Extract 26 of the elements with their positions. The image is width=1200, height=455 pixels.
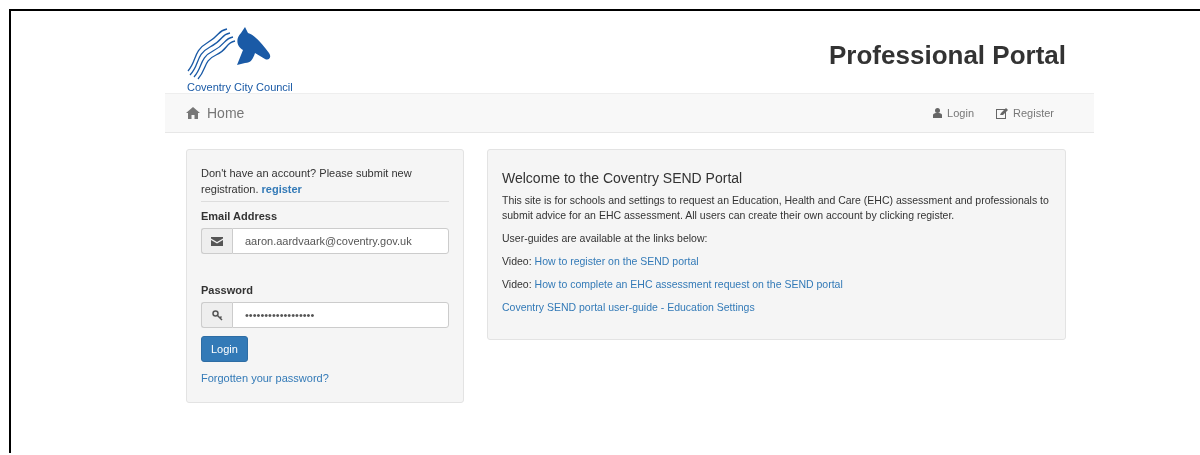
edit-icon [996,107,1009,119]
password-label: Password [201,284,254,296]
welcome-heading: Welcome to the Coventry SEND Portal [502,170,744,186]
forgot-password-link[interactable]: Forgotten your password? [201,372,449,384]
home-icon [186,107,200,119]
guide-link[interactable]: Coventry SEND portal user-guide - Education Settings [502,300,755,315]
video-prefix: Video: [502,277,532,292]
guides-text: User-guides are available at the links below: [502,231,709,246]
user-icon [933,108,943,118]
logo-text: Coventry City Council [187,81,293,93]
home-link[interactable]: Home [186,105,245,121]
video-prefix: Video: [502,254,532,269]
page-title: Professional Portal [829,40,1066,71]
guide-link[interactable]: How to complete an EHC assessment request on the SEND portal [534,277,843,292]
password-field[interactable]: •••••••••••••••••• [232,302,449,328]
nav-link[interactable]: Login [933,107,975,119]
email-label: Email Address [201,210,278,222]
email-field[interactable]: aaron.aardvaark@coventry.gov.uk [232,228,449,254]
intro-text: This site is for schools and settings to request an Education, Health and Care (EHC) assessment and professionals to submit advice for an EHC assessment. All users can create their own account by clicking register. [502,193,1050,223]
nav-link[interactable]: Register [996,107,1054,119]
key-icon [211,309,223,321]
envelope-icon [211,236,223,246]
register-prompt: Don't have an account? Please submit new registration. register [201,166,413,197]
register-link[interactable]: register [261,183,302,195]
login-button[interactable]: Login [201,336,248,362]
guide-link[interactable]: How to register on the SEND portal [534,254,699,269]
